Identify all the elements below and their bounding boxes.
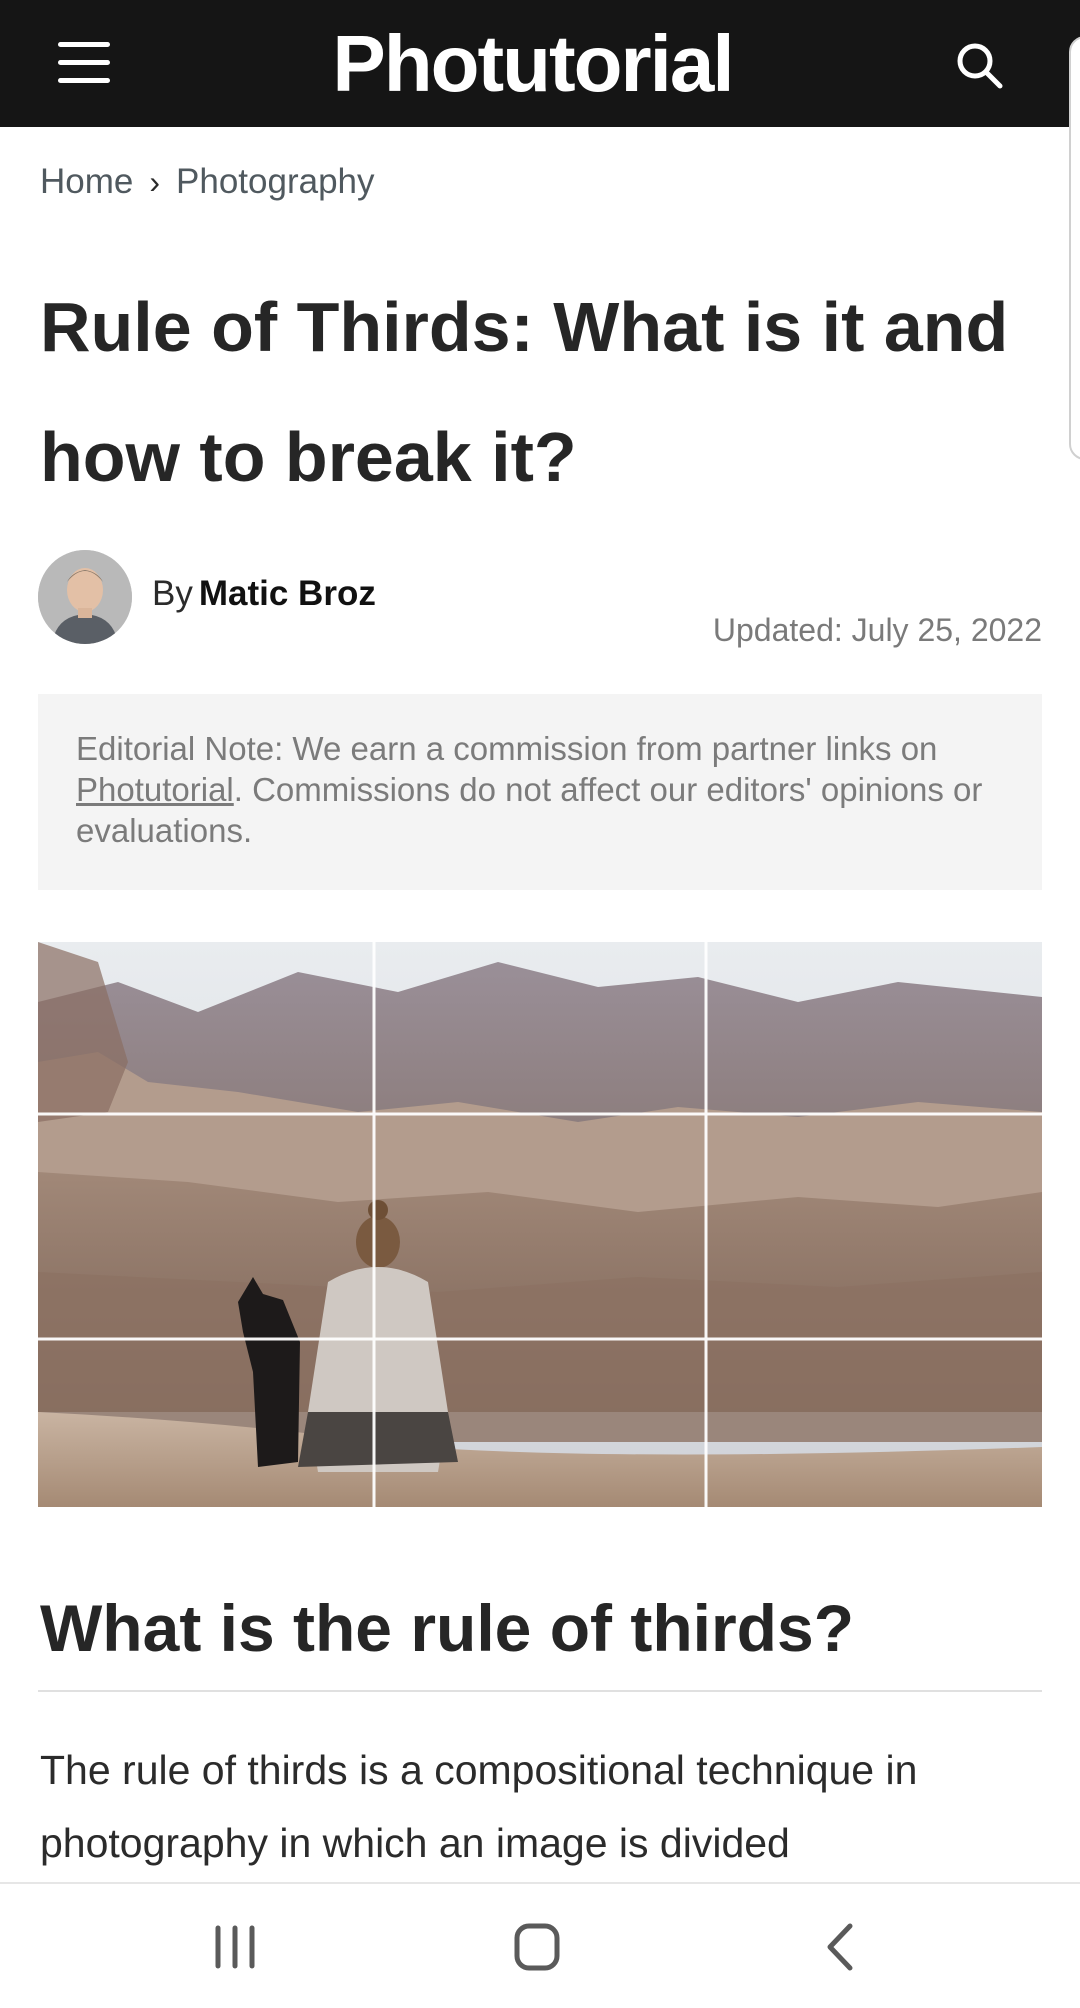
author-name-link[interactable]: Matic Broz bbox=[199, 574, 376, 613]
system-navigation-bar bbox=[0, 1882, 1080, 2008]
back-icon[interactable] bbox=[806, 1914, 876, 1980]
site-logo[interactable]: Photutorial bbox=[0, 16, 1065, 112]
editorial-note: Editorial Note: We earn a commission fro… bbox=[38, 694, 1042, 890]
home-icon[interactable] bbox=[502, 1914, 572, 1980]
updated-date: Updated: July 25, 2022 bbox=[712, 612, 1042, 648]
edge-panel-handle[interactable] bbox=[1069, 36, 1080, 460]
hero-image bbox=[38, 942, 1042, 1507]
breadcrumb-home[interactable]: Home bbox=[40, 162, 133, 202]
section-divider bbox=[38, 1690, 1042, 1692]
article-paragraph: The rule of thirds is a compositional te… bbox=[40, 1747, 918, 1866]
search-icon[interactable] bbox=[950, 36, 1010, 96]
breadcrumb-photography[interactable]: Photography bbox=[176, 162, 374, 202]
author-avatar[interactable] bbox=[38, 550, 132, 644]
article-title: Rule of Thirds: What is it and how to br… bbox=[40, 288, 1009, 496]
top-app-bar: Photutorial bbox=[0, 0, 1080, 127]
editorial-note-prefix: Editorial Note: We earn a commission fro… bbox=[76, 730, 938, 767]
byline: By Matic Broz bbox=[152, 574, 376, 614]
byline-prefix: By bbox=[152, 574, 193, 613]
recent-apps-icon[interactable] bbox=[200, 1914, 270, 1980]
editorial-note-link[interactable]: Photutorial bbox=[76, 771, 234, 808]
section-heading: What is the rule of thirds? bbox=[40, 1591, 855, 1665]
chevron-right-icon: › bbox=[149, 163, 161, 200]
breadcrumb: Home › Photography bbox=[40, 162, 375, 202]
